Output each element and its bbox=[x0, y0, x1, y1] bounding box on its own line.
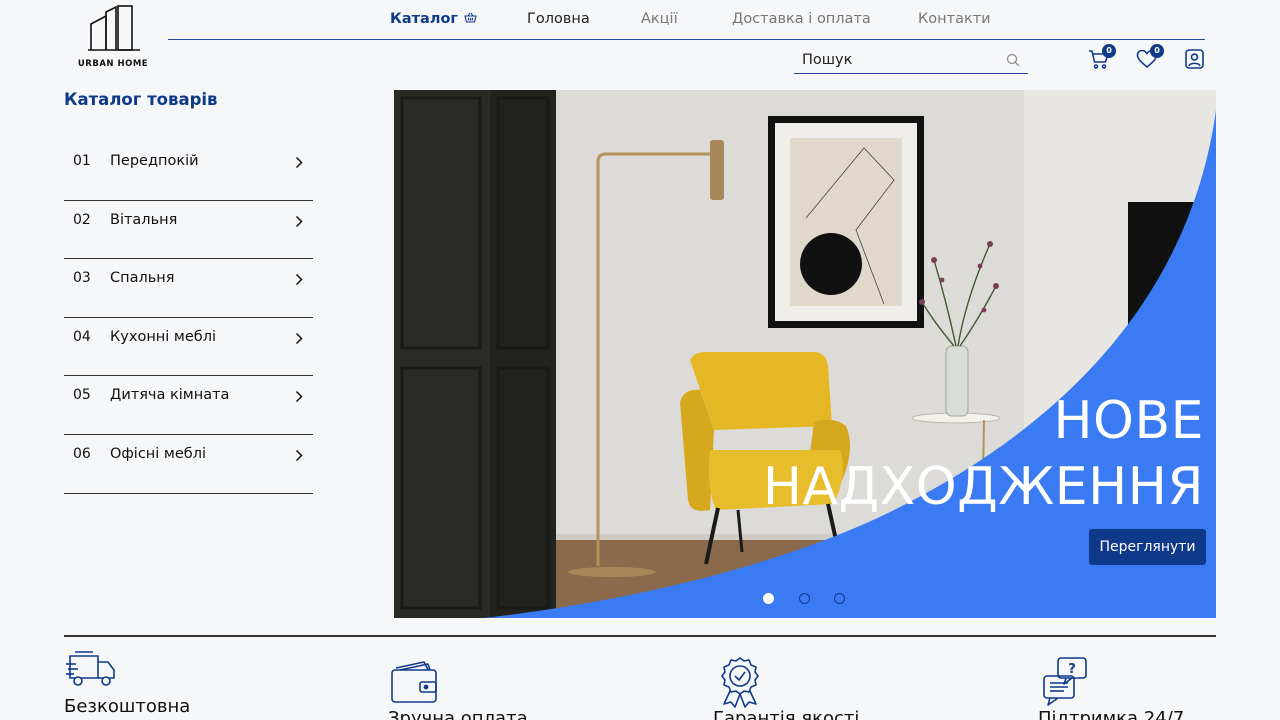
chevron-right-icon bbox=[295, 213, 303, 232]
category-label: Дитяча кімната bbox=[110, 387, 230, 404]
category-item-kids-room[interactable]: 05 Дитяча кімната bbox=[64, 376, 313, 435]
search-input[interactable] bbox=[802, 50, 998, 70]
building-logo-icon bbox=[88, 5, 140, 51]
category-number: 04 bbox=[73, 328, 91, 345]
wishlist-count-badge: 0 bbox=[1150, 44, 1164, 58]
hero-title-line-2: НАДХОДЖЕННЯ bbox=[762, 457, 1204, 517]
category-number: 02 bbox=[73, 211, 91, 228]
category-item-bedroom[interactable]: 03 Спальня bbox=[64, 259, 313, 318]
category-item-office[interactable]: 06 Офісні меблі bbox=[64, 435, 313, 494]
search-bar bbox=[794, 46, 1028, 74]
account-button[interactable] bbox=[1185, 49, 1204, 73]
nav-item-catalog[interactable]: Каталог bbox=[390, 11, 477, 27]
cart-button[interactable]: 0 bbox=[1088, 44, 1116, 74]
category-label: Передпокій bbox=[110, 153, 199, 169]
chevron-right-icon bbox=[295, 154, 303, 173]
top-navigation: Каталог Головна Акції Доставка і оплата … bbox=[168, 0, 1205, 40]
slider-dot-1[interactable] bbox=[763, 593, 774, 604]
category-item-kitchen[interactable]: 04 Кухонні меблі bbox=[64, 318, 313, 377]
category-label: Вітальня bbox=[110, 211, 178, 228]
catalog-title: Каталог товарів bbox=[64, 90, 218, 109]
nav-item-label: Каталог bbox=[390, 11, 458, 27]
hero-title-line-1: НОВЕ bbox=[1053, 391, 1204, 451]
feature-label: Зручна оплата bbox=[388, 708, 528, 720]
nav-item-delivery[interactable]: Доставка і оплата bbox=[732, 11, 871, 27]
category-label: Офісні меблі bbox=[110, 445, 207, 462]
brand-logo[interactable]: URBAN HOME bbox=[76, 4, 150, 69]
chevron-right-icon bbox=[295, 388, 303, 407]
truck-icon bbox=[66, 650, 116, 694]
nav-item-sales[interactable]: Акції bbox=[641, 11, 678, 27]
wishlist-button[interactable]: 0 bbox=[1136, 44, 1164, 74]
user-icon bbox=[1185, 49, 1204, 73]
category-label: Спальня bbox=[110, 270, 175, 287]
basket-icon bbox=[464, 11, 477, 27]
chevron-right-icon bbox=[295, 330, 303, 349]
feature-label: Гарантія якості bbox=[713, 708, 860, 720]
cart-count-badge: 0 bbox=[1102, 44, 1116, 58]
category-item-hallway[interactable]: 01 Передпокій bbox=[64, 142, 313, 201]
chevron-right-icon bbox=[295, 447, 303, 466]
hero-title: НОВЕ НАДХОДЖЕННЯ bbox=[763, 388, 1204, 520]
slider-dot-2[interactable] bbox=[799, 593, 810, 604]
category-number: 05 bbox=[73, 387, 91, 404]
feature-label: Підтримка 24/7 bbox=[1038, 708, 1185, 720]
chat-support-icon: ? bbox=[1042, 656, 1088, 710]
section-divider bbox=[64, 635, 1216, 637]
svg-text:?: ? bbox=[1068, 662, 1076, 677]
hero-banner[interactable]: НОВЕ НАДХОДЖЕННЯ Переглянути bbox=[394, 90, 1216, 618]
slider-dot-3[interactable] bbox=[834, 593, 845, 604]
category-list: 01 Передпокій 02 Вітальня 03 Спальня 04 … bbox=[64, 142, 313, 494]
view-button[interactable]: Переглянути bbox=[1089, 529, 1206, 565]
nav-item-home[interactable]: Головна bbox=[527, 11, 590, 27]
category-number: 01 bbox=[73, 153, 91, 169]
nav-item-contacts[interactable]: Контакти bbox=[918, 11, 991, 27]
chevron-right-icon bbox=[295, 271, 303, 290]
search-icon[interactable] bbox=[1006, 52, 1020, 71]
category-number: 03 bbox=[73, 270, 91, 287]
category-number: 06 bbox=[73, 445, 91, 462]
category-item-living-room[interactable]: 02 Вітальня bbox=[64, 201, 313, 260]
wallet-icon bbox=[390, 660, 440, 708]
brand-name: URBAN HOME bbox=[77, 59, 149, 69]
quality-badge-icon bbox=[718, 656, 762, 712]
feature-label: Безкоштовна bbox=[64, 696, 191, 717]
category-label: Кухонні меблі bbox=[110, 328, 217, 345]
